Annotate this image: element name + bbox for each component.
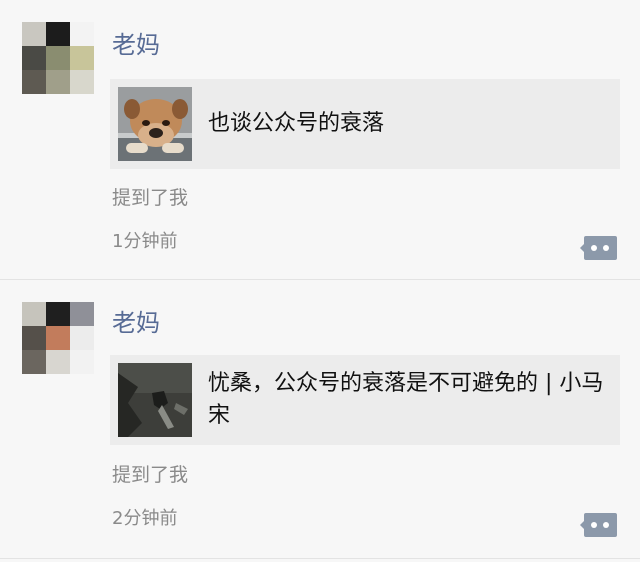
avatar[interactable] bbox=[22, 22, 94, 94]
divider bbox=[0, 558, 640, 559]
comment-button[interactable] bbox=[580, 233, 620, 263]
mention-label: 提到了我 bbox=[112, 187, 189, 209]
link-thumbnail bbox=[118, 87, 192, 161]
bulldog-image bbox=[118, 87, 192, 161]
shared-link-card[interactable]: 也谈公众号的衰落 bbox=[110, 79, 620, 169]
comment-button[interactable] bbox=[580, 510, 620, 540]
notification-feed: 老妈 也谈公众号的衰落 提到了我 1分钟前 老妈 忧桑，公众号的衰落是不可避免的… bbox=[0, 0, 640, 562]
comment-bubble-icon bbox=[580, 236, 617, 260]
sender-name[interactable]: 老妈 bbox=[112, 308, 160, 338]
link-thumbnail bbox=[118, 363, 192, 437]
shared-link-card[interactable]: 忧桑，公众号的衰落是不可避免的 | 小马宋 bbox=[110, 355, 620, 445]
link-title: 忧桑，公众号的衰落是不可避免的 | 小马宋 bbox=[208, 371, 604, 428]
dark-scene-image bbox=[118, 363, 192, 437]
comment-bubble-icon bbox=[580, 513, 617, 537]
notification-item: 老妈 也谈公众号的衰落 提到了我 1分钟前 bbox=[0, 0, 640, 278]
notification-item: 老妈 忧桑，公众号的衰落是不可避免的 | 小马宋 提到了我 2分钟前 bbox=[0, 279, 640, 557]
sender-name[interactable]: 老妈 bbox=[112, 30, 160, 60]
link-title: 也谈公众号的衰落 bbox=[208, 111, 385, 136]
timestamp: 1分钟前 bbox=[112, 231, 178, 252]
timestamp: 2分钟前 bbox=[112, 508, 178, 529]
avatar[interactable] bbox=[22, 302, 94, 374]
mention-label: 提到了我 bbox=[112, 464, 189, 486]
